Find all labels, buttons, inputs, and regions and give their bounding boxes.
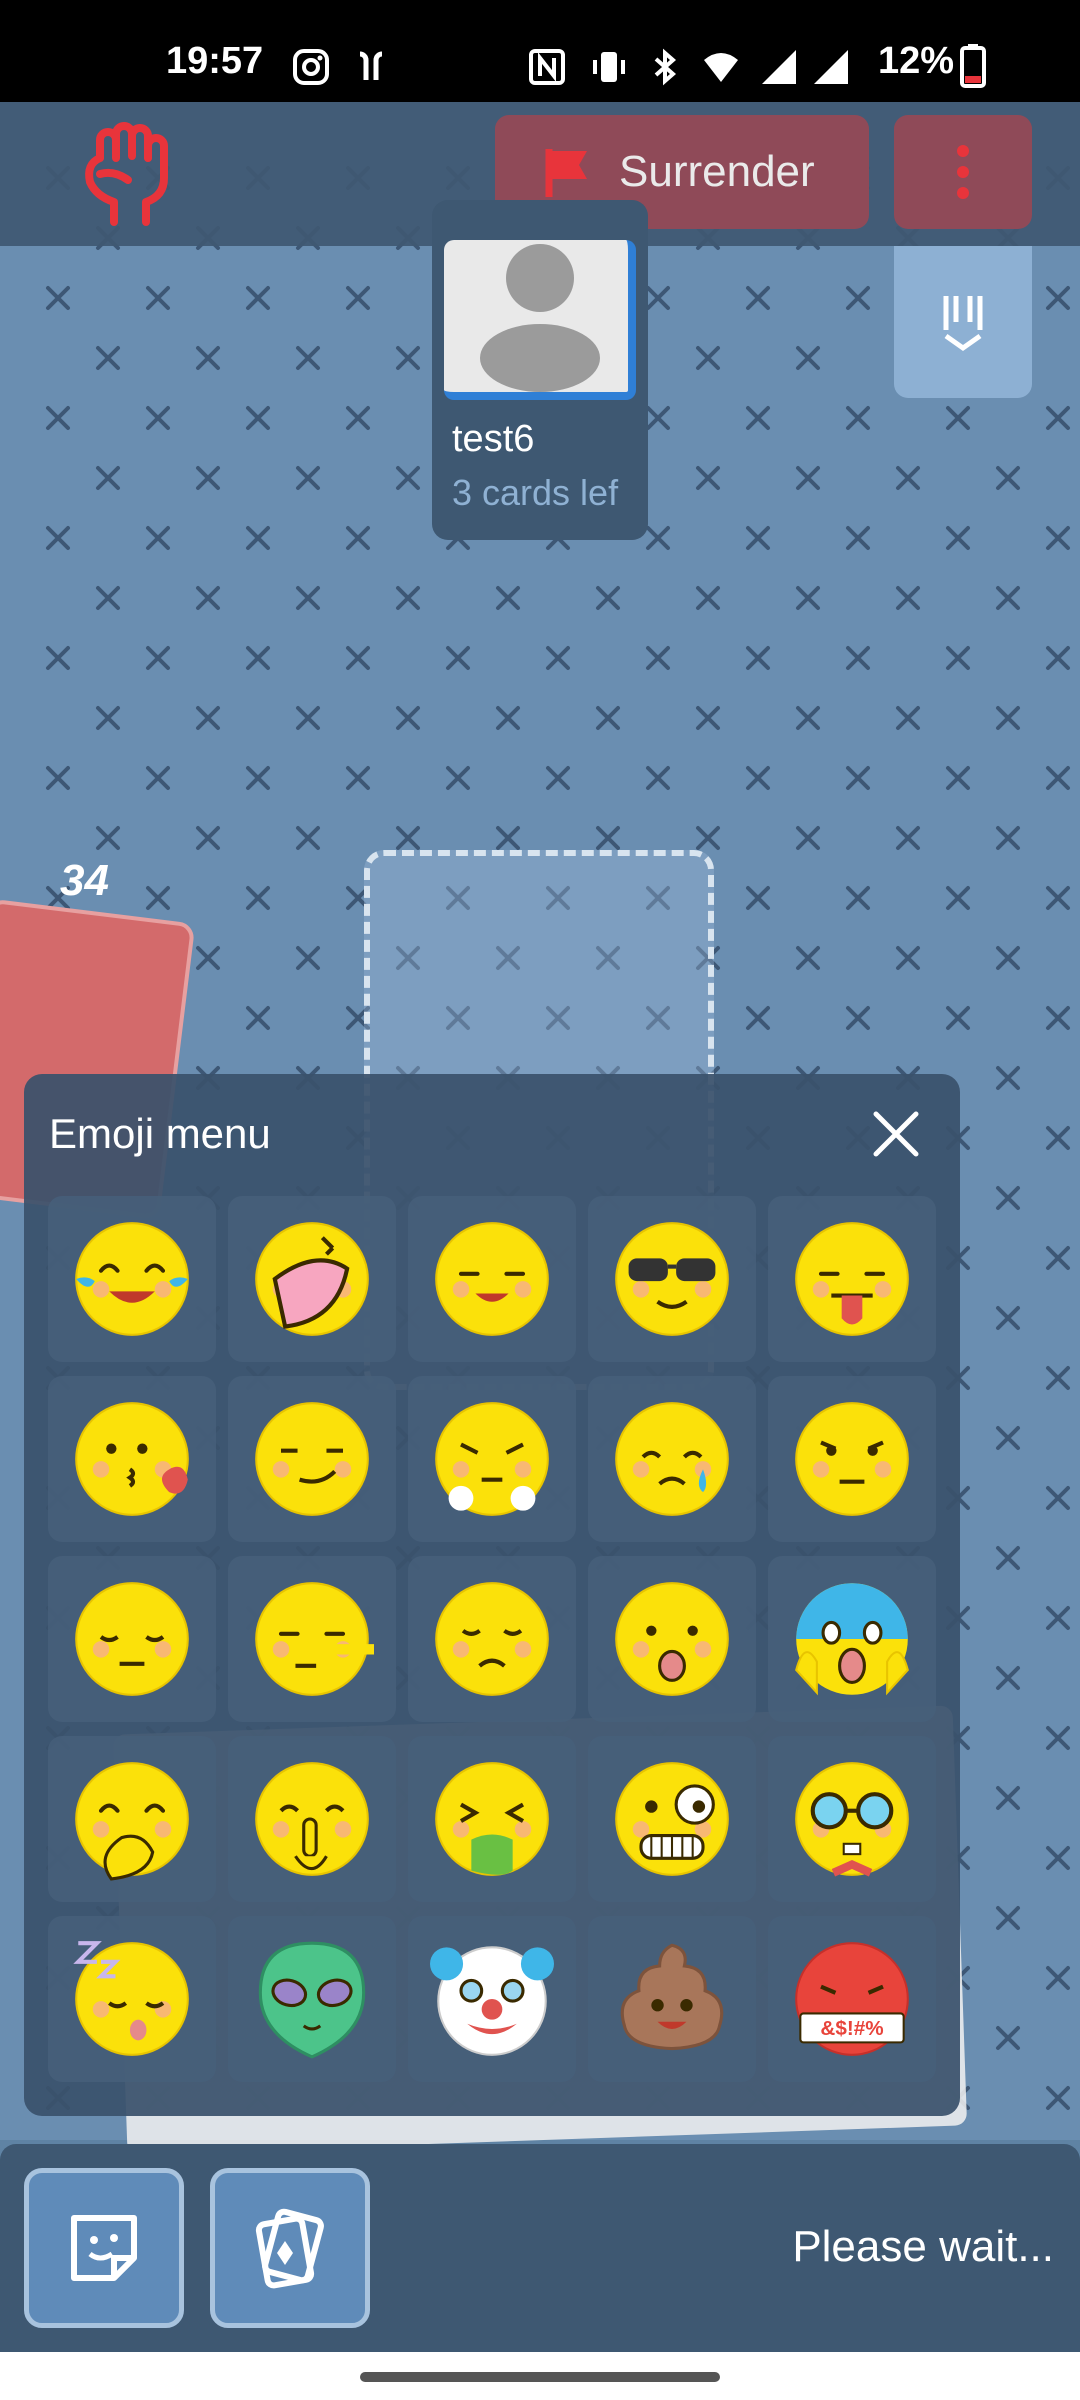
emoji-kiss-heart[interactable]: [48, 1376, 216, 1542]
signal-r-icon: [762, 50, 796, 84]
tongue-out-icon: [795, 1222, 909, 1336]
emoji-swearing[interactable]: &$!#%: [768, 1916, 936, 2082]
poop-icon: [620, 1943, 724, 2051]
screaming-icon: [795, 1583, 909, 1696]
emoji-tongue-out[interactable]: [768, 1196, 936, 1362]
cards-icon: [255, 2208, 324, 2289]
emoji-clown[interactable]: [408, 1916, 576, 2082]
tears-of-joy-icon: [75, 1222, 189, 1336]
emoji-disappointed[interactable]: [48, 1556, 216, 1722]
emoji-shush[interactable]: [228, 1736, 396, 1902]
cards-button[interactable]: [210, 2168, 370, 2328]
vibrate-icon: [593, 52, 625, 82]
raised-fist-icon: [85, 122, 168, 226]
sleeping-icon: [73, 1941, 189, 2056]
sticker-button[interactable]: [24, 2168, 184, 2328]
opponent-panel: test6 3 cards lef: [432, 200, 648, 540]
emoji-lying-nose[interactable]: [228, 1556, 396, 1722]
status-time: 19:57: [166, 40, 264, 82]
smirk-icon: [255, 1402, 369, 1516]
shush-icon: [255, 1762, 369, 1876]
surprised-icon: [615, 1582, 729, 1696]
disappointed-icon: [75, 1582, 189, 1696]
emoji-sleeping[interactable]: [48, 1916, 216, 2082]
opponent-name: test6: [452, 418, 535, 460]
emoji-laughing[interactable]: [228, 1196, 396, 1362]
smile-icon: [435, 1222, 549, 1336]
suspicious-icon: [795, 1402, 909, 1516]
triumph-steam-icon: [435, 1402, 549, 1516]
hand-over-mouth-icon: [75, 1762, 189, 1881]
vomiting-icon: [435, 1762, 549, 1876]
emoji-vomiting[interactable]: [408, 1736, 576, 1902]
close-icon[interactable]: [866, 1104, 926, 1164]
nerd-glasses-icon: [795, 1762, 909, 1877]
user-silhouette-icon: [480, 244, 600, 392]
emoji-nerd-glasses[interactable]: [768, 1736, 936, 1902]
clown-icon: [430, 1946, 554, 2056]
emoji-crazy[interactable]: [588, 1736, 756, 1902]
emoji-cool-sunglasses[interactable]: [588, 1196, 756, 1362]
flag-icon: [545, 149, 587, 197]
signal-icon: [814, 50, 848, 84]
rank-button[interactable]: [894, 246, 1032, 398]
emoji-tears-of-joy[interactable]: [48, 1196, 216, 1362]
cool-sunglasses-icon: [615, 1222, 729, 1336]
emoji-screaming[interactable]: [768, 1556, 936, 1722]
battery-percent: 12%: [878, 40, 955, 82]
airpods-icon: [359, 51, 383, 80]
swearing-icon: &$!#%: [795, 1942, 909, 2056]
emoji-surprised[interactable]: [588, 1556, 756, 1722]
rank-chevron-icon: [943, 296, 983, 352]
kiss-heart-icon: [75, 1402, 189, 1516]
emoji-alien[interactable]: [228, 1916, 396, 2082]
sticker-icon: [71, 2215, 137, 2281]
emoji-crying[interactable]: [588, 1376, 756, 1542]
battery-low-icon: [960, 44, 986, 88]
wifi-icon: [704, 53, 738, 82]
home-gesture-handle[interactable]: [360, 2372, 720, 2382]
nfc-icon: [529, 49, 565, 85]
emoji-smirk[interactable]: [228, 1376, 396, 1542]
worried-icon: [435, 1582, 549, 1696]
emoji-smile[interactable]: [408, 1196, 576, 1362]
avatar: [444, 240, 636, 400]
status-bar: 19:57 12%: [0, 0, 1080, 102]
crazy-icon: [615, 1762, 729, 1876]
lying-nose-icon: [255, 1582, 374, 1696]
laughing-icon: [255, 1222, 369, 1336]
emoji-worried[interactable]: [408, 1556, 576, 1722]
emoji-hand-over-mouth[interactable]: [48, 1736, 216, 1902]
crying-icon: [615, 1402, 729, 1516]
deck-count: 34: [60, 856, 109, 905]
overflow-menu-button[interactable]: [894, 115, 1032, 229]
instagram-icon: [293, 49, 329, 85]
alien-icon: [258, 1941, 366, 2059]
emoji-poop[interactable]: [588, 1916, 756, 2082]
svg-text:&$!#%: &$!#%: [820, 2017, 883, 2040]
kebab-menu-icon: [957, 145, 969, 199]
status-text: Please wait...: [792, 2222, 1054, 2271]
emoji-menu-title: Emoji menu: [49, 1110, 271, 1157]
bluetooth-icon: [654, 48, 677, 86]
emoji-suspicious[interactable]: [768, 1376, 936, 1542]
emoji-triumph-steam[interactable]: [408, 1376, 576, 1542]
emoji-menu-panel: Emoji menu &$!#%: [24, 1074, 960, 2116]
surrender-label: Surrender: [619, 147, 815, 196]
opponent-cards-left: 3 cards lef: [452, 472, 619, 513]
